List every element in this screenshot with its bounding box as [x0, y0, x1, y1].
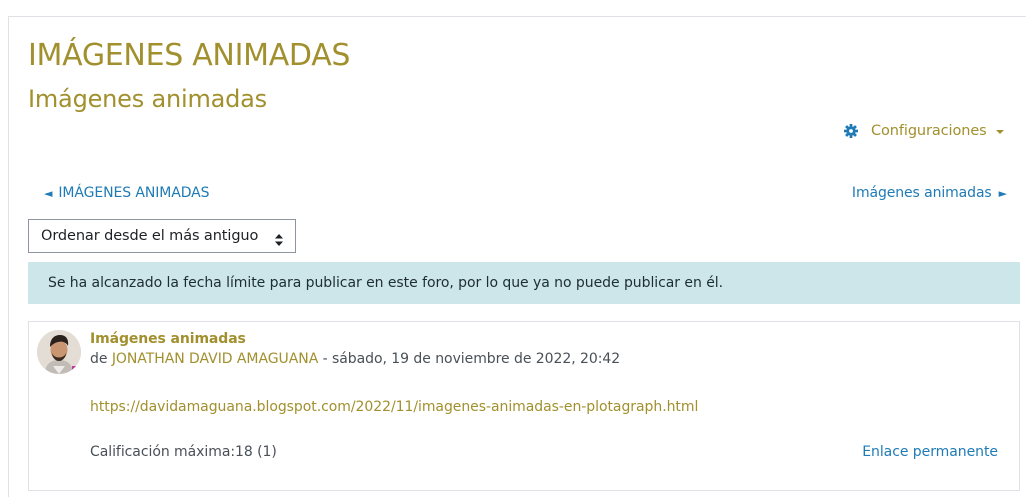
- post-rating: Calificación máxima:18 (1): [90, 444, 277, 460]
- previous-activity-label: IMÁGENES ANIMADAS: [58, 185, 210, 201]
- next-activity-label: Imágenes animadas: [851, 185, 992, 201]
- select-arrows-icon: [275, 231, 283, 246]
- post-body-link[interactable]: https://davidamaguana.blogspot.com/2022/…: [90, 399, 698, 415]
- course-title: IMÁGENES ANIMADAS: [28, 38, 351, 73]
- next-activity-link[interactable]: Imágenes animadas ►: [852, 182, 1007, 204]
- post-byline: de JONATHAN DAVID AMAGUANA - sábado, 19 …: [90, 351, 620, 367]
- previous-activity-link[interactable]: ◄ IMÁGENES ANIMADAS: [44, 182, 210, 204]
- post-byline-prefix: de: [90, 351, 112, 367]
- deadline-notice-text: Se ha alcanzado la fecha límite para pub…: [48, 275, 723, 291]
- sort-order-value: Ordenar desde el más antiguo: [41, 228, 259, 244]
- arrow-right-icon: ►: [998, 186, 1007, 200]
- post-subject: Imágenes animadas: [90, 331, 246, 347]
- post-date: - sábado, 19 de noviembre de 2022, 20:42: [318, 351, 621, 367]
- avatar[interactable]: [37, 330, 81, 374]
- arrow-left-icon: ◄: [44, 186, 53, 200]
- chevron-down-icon: [995, 130, 1004, 134]
- forum-post: Imágenes animadas de JONATHAN DAVID AMAG…: [28, 321, 1020, 491]
- post-author-link[interactable]: JONATHAN DAVID AMAGUANA: [112, 351, 318, 367]
- settings-menu-button[interactable]: Configuraciones: [844, 120, 1004, 142]
- settings-menu-label: Configuraciones: [871, 123, 987, 139]
- gear-icon: [844, 124, 858, 138]
- permalink-link[interactable]: Enlace permanente: [862, 444, 998, 460]
- forum-title: Imágenes animadas: [28, 85, 267, 113]
- deadline-notice: Se ha alcanzado la fecha límite para pub…: [28, 262, 1020, 304]
- sort-order-select[interactable]: Ordenar desde el más antiguo: [28, 219, 296, 253]
